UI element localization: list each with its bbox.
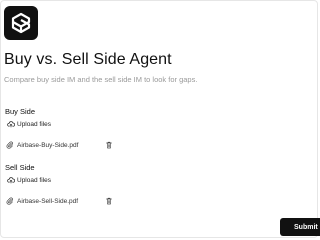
paperclip-icon xyxy=(6,197,13,205)
sell-side-upload-label: Upload files xyxy=(17,176,51,184)
buy-side-upload-label: Upload files xyxy=(17,120,51,128)
trash-icon[interactable] xyxy=(105,197,113,205)
cloud-upload-icon xyxy=(7,177,15,184)
sell-side-upload-button[interactable]: Upload files xyxy=(7,176,51,184)
paperclip-icon xyxy=(6,141,13,149)
sell-side-label: Sell Side xyxy=(5,163,35,172)
submit-button[interactable]: Submit xyxy=(280,218,320,236)
buy-side-file-row: Airbase-Buy-Side.pdf xyxy=(6,141,113,149)
app-logo xyxy=(4,6,38,40)
sell-side-file-row: Airbase-Sell-Side.pdf xyxy=(6,197,113,205)
trash-icon[interactable] xyxy=(105,141,113,149)
cube-logo-icon xyxy=(11,12,31,34)
buy-side-label: Buy Side xyxy=(5,107,36,116)
cloud-upload-icon xyxy=(7,121,15,128)
page-title: Buy vs. Sell Side Agent xyxy=(4,51,172,68)
sell-side-file-name: Airbase-Sell-Side.pdf xyxy=(17,197,79,205)
page-subtitle: Compare buy side IM and the sell side IM… xyxy=(4,75,198,84)
buy-side-file-name: Airbase-Buy-Side.pdf xyxy=(17,141,79,149)
buy-side-upload-button[interactable]: Upload files xyxy=(7,120,51,128)
